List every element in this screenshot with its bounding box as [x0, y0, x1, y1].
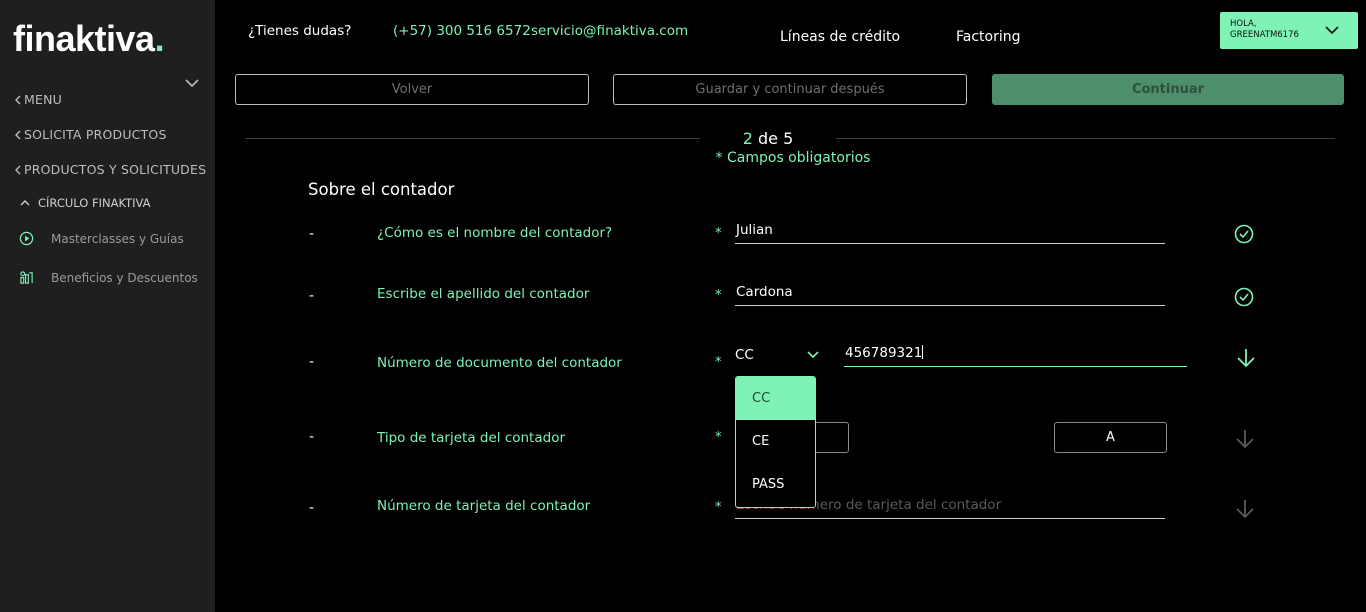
chevron-left-icon — [15, 165, 21, 174]
dropdown-option-pass[interactable]: PASS — [736, 463, 815, 506]
finaktiva-logo[interactable]: finaktiva. — [13, 18, 165, 60]
sidebar-item-label: CÍRCULO FINAKTIVA — [38, 196, 151, 210]
sidebar-item-menu[interactable]: MENU — [14, 92, 62, 107]
arrow-down-icon — [1236, 430, 1254, 449]
required-star: * — [715, 355, 722, 370]
divider-right — [836, 138, 1335, 139]
chevron-left-icon — [15, 130, 21, 139]
step-separator: de — [758, 129, 778, 148]
required-star: * — [715, 500, 722, 515]
last-name-input[interactable]: Cardona — [735, 284, 1165, 306]
sidebar: finaktiva. MENU SOLICITA PRODUCTOS PRODU… — [0, 0, 215, 612]
first-name-input[interactable]: Julian — [735, 222, 1165, 244]
row-dash: - — [309, 288, 315, 304]
section-title: Sobre el contador — [308, 180, 455, 199]
chevron-up-icon — [20, 200, 30, 206]
sidebar-item-circulo-finaktiva[interactable]: CÍRCULO FINAKTIVA — [20, 196, 151, 210]
divider-left — [245, 138, 700, 139]
sidebar-item-label: PRODUCTOS Y SOLICITUDES — [24, 162, 207, 177]
sidebar-item-solicita-productos[interactable]: SOLICITA PRODUCTOS — [14, 127, 167, 142]
text-caret — [922, 345, 924, 359]
field-label-card-number: Número de tarjeta del contador — [377, 498, 591, 514]
continue-button[interactable]: Continuar — [992, 74, 1344, 105]
step-indicator: 2 de 5 — [700, 129, 836, 148]
required-fields-note: * Campos obligatorios — [715, 150, 871, 166]
sidebar-item-productos-solicitudes[interactable]: PRODUCTOS Y SOLICITUDES — [14, 162, 206, 177]
sidebar-link-masterclasses[interactable]: Masterclasses y Guías — [19, 231, 184, 246]
dropdown-option-cc[interactable]: CC — [736, 377, 815, 420]
document-type-value: CC — [735, 347, 754, 363]
email-link[interactable]: servicio@finaktiva.com — [531, 23, 688, 39]
row-dash: - — [309, 226, 315, 242]
document-number-input[interactable]: 456789321 — [844, 345, 1187, 367]
sidebar-item-label: MENU — [24, 92, 62, 107]
sidebar-item-label: SOLICITA PRODUCTOS — [24, 127, 167, 142]
field-label-document-number: Número de documento del contador — [377, 355, 622, 371]
step-current: 2 — [742, 129, 753, 148]
back-button[interactable]: Volver — [235, 74, 589, 105]
check-circle-icon — [1234, 287, 1254, 307]
step-total: 5 — [783, 129, 794, 148]
card-type-option-b[interactable]: A — [1054, 422, 1167, 453]
play-circle-icon — [19, 231, 34, 246]
chevron-down-icon — [1325, 26, 1339, 35]
row-dash: - — [309, 500, 315, 516]
phone-link[interactable]: (+57) 300 516 6572 — [393, 23, 531, 39]
sidebar-link-beneficios[interactable]: Beneficios y Descuentos — [19, 270, 198, 285]
document-number-value: 456789321 — [845, 345, 923, 361]
document-type-select[interactable]: CC — [735, 347, 819, 367]
save-later-button[interactable]: Guardar y continuar después — [613, 74, 967, 105]
arrow-down-icon — [1237, 349, 1255, 368]
field-label-last-name: Escribe el apellido del contador — [377, 286, 590, 302]
chevron-left-icon — [15, 95, 21, 104]
document-type-dropdown: CC CE PASS — [735, 376, 816, 508]
chevron-down-icon — [807, 351, 819, 359]
row-dash: - — [309, 354, 315, 370]
chevron-down-icon[interactable] — [184, 77, 200, 89]
benefits-icon — [20, 271, 33, 284]
required-star: * — [715, 226, 722, 241]
sidebar-link-label: Masterclasses y Guías — [51, 231, 184, 246]
dropdown-option-ce[interactable]: CE — [736, 420, 815, 463]
field-label-card-type: Tipo de tarjeta del contador — [377, 430, 565, 446]
help-question: ¿Tienes dudas? — [248, 23, 352, 39]
row-dash: - — [309, 429, 315, 445]
nav-factoring[interactable]: Factoring — [956, 29, 1021, 45]
arrow-down-icon — [1236, 500, 1254, 519]
sidebar-link-label: Beneficios y Descuentos — [51, 270, 198, 285]
field-label-first-name: ¿Cómo es el nombre del contador? — [377, 225, 613, 241]
nav-lineas-credito[interactable]: Líneas de crédito — [780, 29, 900, 45]
check-circle-icon — [1234, 224, 1254, 244]
required-star: * — [715, 288, 722, 303]
required-star: * — [715, 430, 722, 445]
user-menu-button[interactable]: HOLA, GREENATM6176 — [1220, 12, 1358, 49]
